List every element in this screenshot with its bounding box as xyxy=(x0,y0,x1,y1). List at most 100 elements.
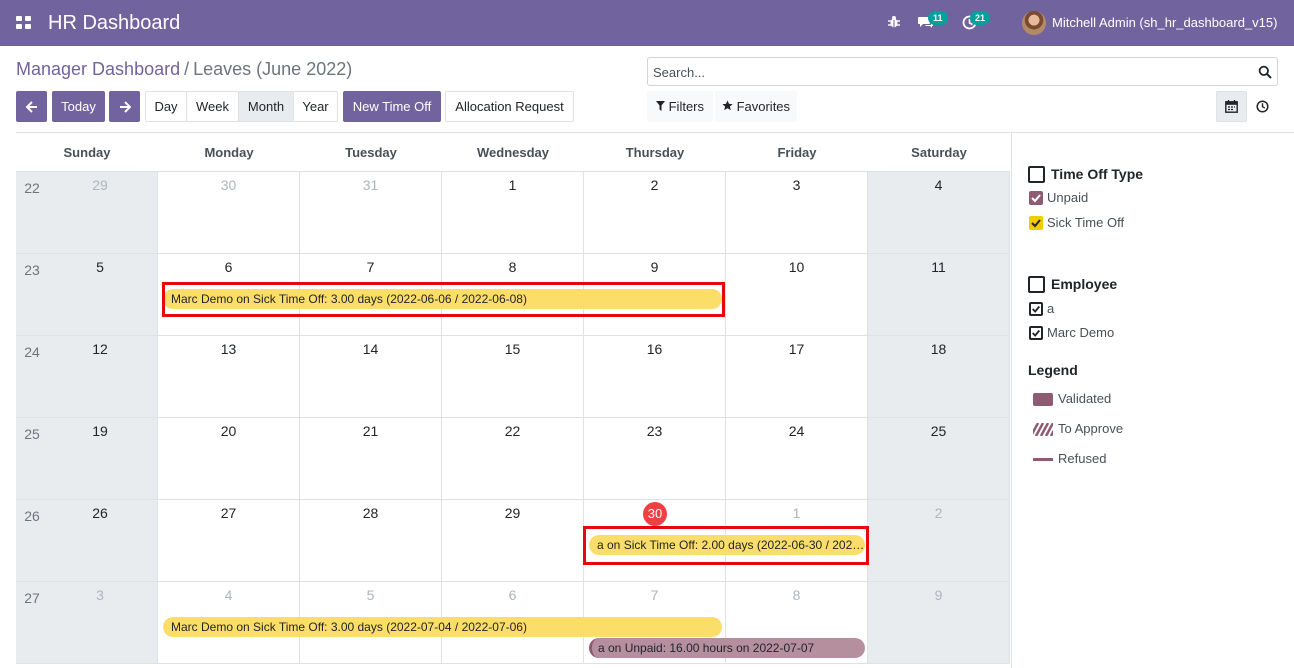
day-number: 4 xyxy=(224,587,233,603)
day-cell[interactable]: 28 xyxy=(300,500,442,582)
weekday-header: Sunday xyxy=(63,145,111,160)
employee-marc-demo-filter-checkbox[interactable] xyxy=(1029,326,1043,340)
day-cell[interactable]: 3 xyxy=(726,172,868,254)
day-cell[interactable]: 21 xyxy=(300,418,442,500)
app-title[interactable]: HR Dashboard xyxy=(48,12,180,34)
week-number: 23 xyxy=(24,262,40,278)
day-number: 18 xyxy=(930,341,947,357)
day-cell[interactable]: 14 xyxy=(300,336,442,418)
employee-select-all-checkbox[interactable] xyxy=(1028,276,1045,293)
check-icon xyxy=(1031,219,1041,228)
page-title: Leaves (June 2022) xyxy=(193,59,353,79)
favorites-button[interactable]: Favorites xyxy=(715,91,797,122)
day-number: 1 xyxy=(792,505,801,521)
employee-a-filter-checkbox[interactable] xyxy=(1029,302,1043,316)
check-icon xyxy=(1032,329,1041,337)
employee-filter-title: Employee xyxy=(1051,276,1118,292)
employee-marc-demo-filter-label[interactable]: Marc Demo xyxy=(1047,325,1114,341)
day-cell[interactable]: 29 xyxy=(442,500,584,582)
scale-year-button[interactable]: Year xyxy=(293,91,338,122)
today-marker[interactable]: 30 xyxy=(643,502,667,526)
day-cell[interactable]: 24 xyxy=(726,418,868,500)
breadcrumb-parent-link[interactable]: Manager Dashboard xyxy=(16,59,180,79)
allocation-request-button[interactable]: Allocation Request xyxy=(445,91,574,122)
day-number: 6 xyxy=(224,259,233,275)
day-cell[interactable]: 15 xyxy=(442,336,584,418)
day-number: 11 xyxy=(931,259,946,275)
day-number: 6 xyxy=(508,587,517,603)
employee-a-filter-label[interactable]: a xyxy=(1047,301,1054,317)
favorites-label: Favorites xyxy=(736,99,791,114)
filters-button[interactable]: Filters xyxy=(647,91,713,122)
apps-menu-icon[interactable] xyxy=(16,16,32,30)
day-cell[interactable]: 13 xyxy=(158,336,300,418)
search-input[interactable] xyxy=(653,62,1243,82)
day-number: 10 xyxy=(788,259,805,275)
day-number: 27 xyxy=(220,505,237,521)
weekday-header: Saturday xyxy=(911,145,967,160)
day-cell[interactable]: 1 xyxy=(442,172,584,254)
day-cell[interactable]: 23 xyxy=(584,418,726,500)
event-marc-demo-sick-july[interactable]: Marc Demo on Sick Time Off: 3.00 days (2… xyxy=(163,617,722,637)
highlight-box xyxy=(162,282,725,317)
user-menu-name[interactable]: Mitchell Admin (sh_hr_dashboard_v15) xyxy=(1052,15,1277,31)
day-number: 16 xyxy=(646,341,663,357)
day-cell[interactable]: 25 xyxy=(868,418,1010,500)
day-cell[interactable]: 27 xyxy=(158,500,300,582)
refused-swatch xyxy=(1033,458,1053,461)
day-number: 29 xyxy=(504,505,521,521)
arrow-right-icon xyxy=(119,101,131,113)
week-number: 25 xyxy=(24,426,40,442)
day-cell[interactable]: 9 xyxy=(868,582,1010,664)
day-number: 25 xyxy=(930,423,947,439)
new-time-off-button[interactable]: New Time Off xyxy=(343,91,441,122)
day-cell[interactable]: 30 xyxy=(158,172,300,254)
day-number: 7 xyxy=(366,259,375,275)
day-cell[interactable]: 11 xyxy=(868,254,1010,336)
avatar[interactable] xyxy=(1022,11,1046,35)
event-a-unpaid-july-7[interactable]: a on Unpaid: 16.00 hours on 2022-07-07 xyxy=(589,638,865,658)
day-number: 14 xyxy=(362,341,379,357)
day-number: 2 xyxy=(934,505,943,521)
sick-time-off-filter-checkbox[interactable] xyxy=(1029,216,1043,230)
day-number: 20 xyxy=(220,423,237,439)
day-number: 24 xyxy=(788,423,805,439)
day-cell[interactable]: 18 xyxy=(868,336,1010,418)
weekday-header: Wednesday xyxy=(476,145,549,160)
calendar-filter-sidebar xyxy=(1011,132,1294,668)
unpaid-filter-label[interactable]: Unpaid xyxy=(1047,190,1088,206)
day-cell[interactable]: 31 xyxy=(300,172,442,254)
day-number: 8 xyxy=(508,259,517,275)
day-cell[interactable]: 4 xyxy=(868,172,1010,254)
day-number: 23 xyxy=(646,423,663,439)
previous-button[interactable] xyxy=(16,91,47,122)
day-cell[interactable]: 16 xyxy=(584,336,726,418)
next-button[interactable] xyxy=(109,91,140,122)
breadcrumb-separator: / xyxy=(184,59,190,79)
bug-icon[interactable] xyxy=(887,15,901,29)
time-off-type-filter-title: Time Off Type xyxy=(1051,166,1144,182)
top-navbar: HR Dashboard 11 21 Mitchell Admin (sh_hr… xyxy=(0,0,1294,46)
day-cell[interactable]: 17 xyxy=(726,336,868,418)
week-number: 22 xyxy=(24,180,40,196)
day-cell[interactable]: 2 xyxy=(868,500,1010,582)
day-cell[interactable]: 2 xyxy=(584,172,726,254)
day-cell[interactable]: 20 xyxy=(158,418,300,500)
time-off-type-select-all-checkbox[interactable] xyxy=(1028,166,1045,183)
activity-view-button[interactable] xyxy=(1247,91,1278,122)
sick-time-off-filter-label[interactable]: Sick Time Off xyxy=(1047,215,1124,231)
calendar-view-button[interactable] xyxy=(1216,91,1247,122)
today-button[interactable]: Today xyxy=(52,91,105,122)
arrow-left-icon xyxy=(25,101,37,113)
messages-badge: 11 xyxy=(928,11,948,25)
weekday-header: Tuesday xyxy=(345,145,397,160)
scale-day-button[interactable]: Day xyxy=(145,91,187,122)
day-cell[interactable]: 10 xyxy=(726,254,868,336)
legend-validated-label: Validated xyxy=(1058,391,1112,406)
scale-month-button[interactable]: Month xyxy=(238,91,294,122)
scale-week-button[interactable]: Week xyxy=(186,91,239,122)
search-icon[interactable] xyxy=(1258,64,1272,80)
day-cell[interactable]: 22 xyxy=(442,418,584,500)
unpaid-filter-checkbox[interactable] xyxy=(1029,191,1043,205)
day-number: 9 xyxy=(650,259,659,275)
